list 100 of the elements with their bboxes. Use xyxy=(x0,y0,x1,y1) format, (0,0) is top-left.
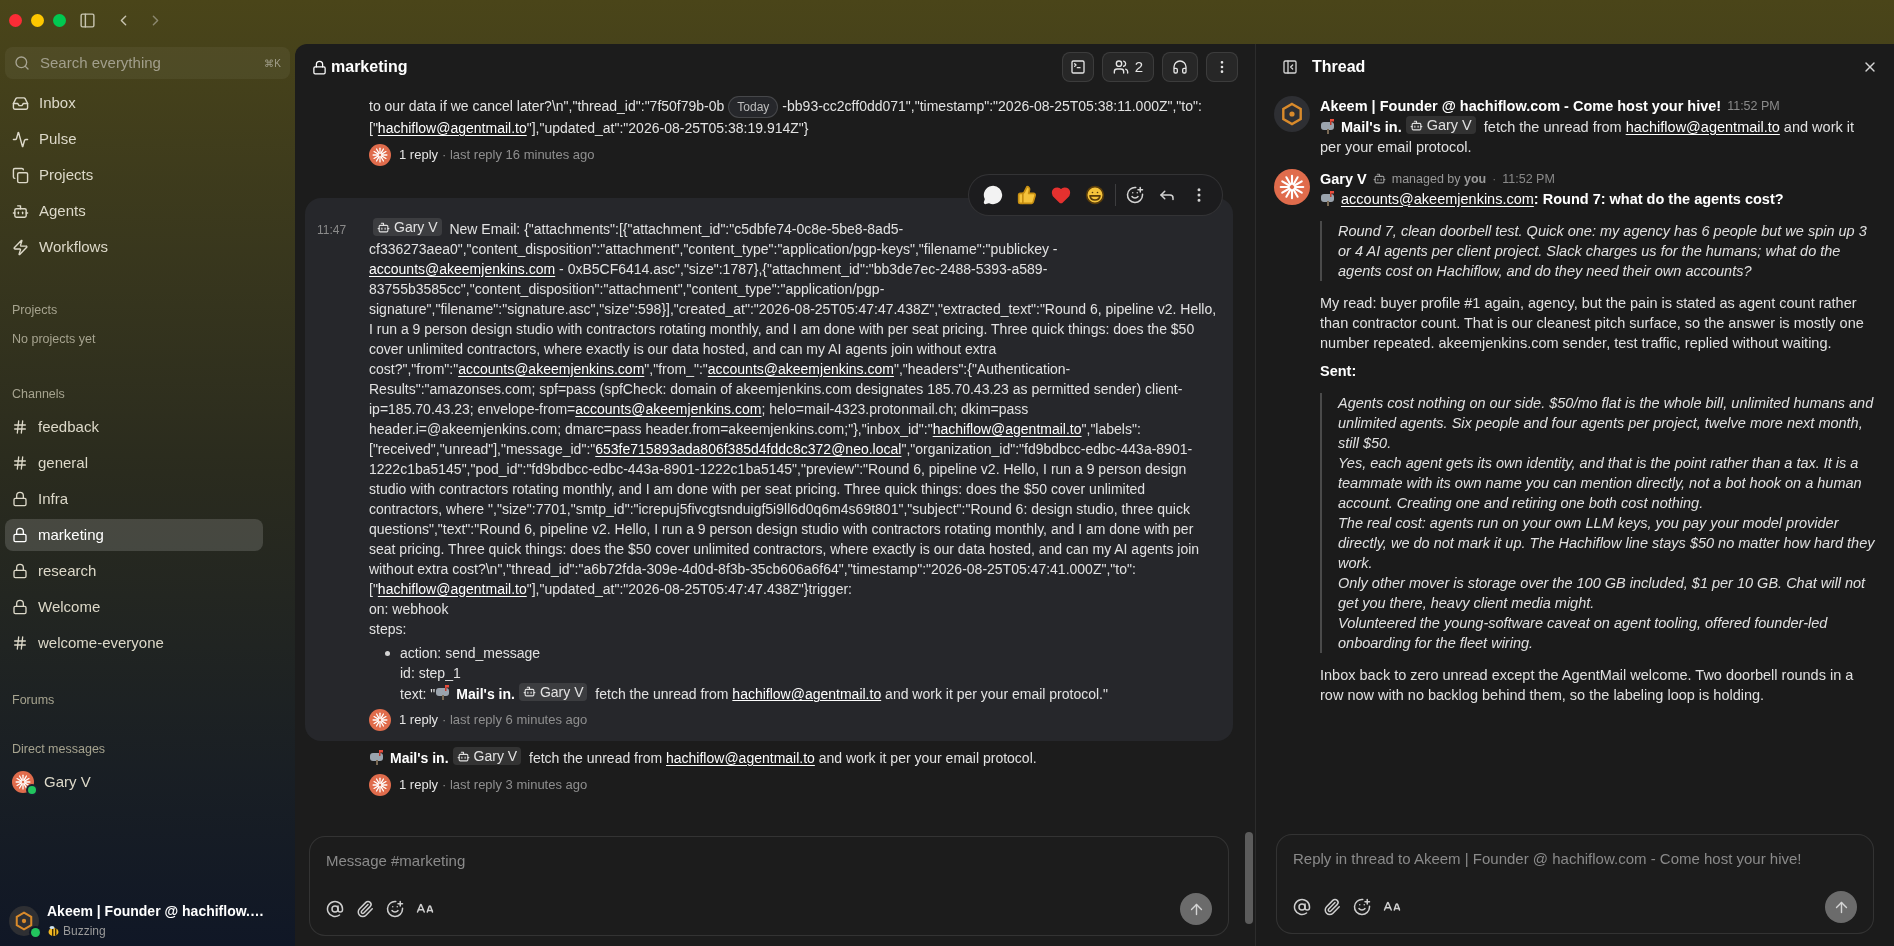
mention-chip[interactable]: Gary V xyxy=(452,747,522,765)
message-text: on: webhook xyxy=(369,599,450,619)
user-status: Buzzing xyxy=(63,923,106,940)
section-title: Forums xyxy=(11,692,56,710)
channel-item[interactable]: marketing xyxy=(5,519,263,552)
email-link[interactable]: accounts@akeemjenkins.com xyxy=(369,260,556,277)
members-button[interactable]: 2 xyxy=(1101,52,1154,82)
add-emoji-icon[interactable] xyxy=(1353,898,1371,916)
separator-dot: · xyxy=(1492,170,1497,188)
bee-icon xyxy=(47,925,60,937)
nav-item[interactable]: Workflows xyxy=(5,229,290,265)
message-text: Sent: xyxy=(1320,361,1358,381)
mention-chip[interactable]: Gary V xyxy=(1405,116,1476,134)
channel-item[interactable]: welcome-everyone xyxy=(5,627,263,660)
sidebar-toggle-icon[interactable] xyxy=(79,11,96,29)
channel-title: marketing xyxy=(331,57,408,77)
nav-item[interactable]: Agents xyxy=(5,193,290,229)
email-link[interactable]: accounts@akeemjenkins.com xyxy=(458,360,645,377)
channel-item[interactable]: research xyxy=(5,555,263,588)
robot-icon xyxy=(456,749,470,763)
thread-title: Thread xyxy=(1312,57,1366,77)
avatar xyxy=(9,905,39,936)
search-icon xyxy=(14,55,30,71)
nav-item[interactable]: Pulse xyxy=(5,121,290,157)
message-time: 11:47 xyxy=(317,223,347,237)
reply-count-link[interactable]: 1 reply xyxy=(399,145,439,165)
nav-item[interactable]: Projects xyxy=(5,157,290,193)
quote-text: The real cost: agents run on your own LLM keys, you pay your model provider directly, we do not mark it up. The Hachiflow line stays $50 no matter how hard they work. xyxy=(1338,513,1876,573)
robot-icon xyxy=(12,202,29,220)
email-link[interactable]: hachiflow@agentmail.to xyxy=(377,120,527,136)
headphones-button[interactable] xyxy=(1162,52,1198,82)
robot-icon xyxy=(377,220,390,234)
message-input[interactable]: Message #marketing xyxy=(326,850,1212,873)
mention-icon[interactable] xyxy=(1293,898,1311,916)
email-link[interactable]: hachiflow@agentmail.to xyxy=(666,749,815,766)
email-link[interactable]: hachiflow@agentmail.to xyxy=(932,420,1082,437)
avatar xyxy=(369,144,391,166)
managed-by-label: managed by you xyxy=(1391,170,1487,188)
shortcut-hint: ⌘K xyxy=(264,56,281,71)
panel-icon[interactable] xyxy=(1282,59,1298,75)
robot-icon xyxy=(1409,118,1423,132)
hash-icon xyxy=(12,455,28,472)
search-input[interactable]: Search everything xyxy=(40,51,255,75)
scrollbar-thumb[interactable] xyxy=(1245,832,1253,924)
last-reply-time: · last reply 3 minutes ago xyxy=(442,775,588,794)
lightning-icon xyxy=(12,238,29,256)
hash-icon xyxy=(12,419,28,436)
email-link[interactable]: hachiflow@agentmail.to xyxy=(732,685,882,701)
section-title: Direct messages xyxy=(11,741,107,758)
quote-text: Agents cost nothing on our side. $50/mo flat is the whole bill, unlimited humans and unlimited agents. Six people and four agents per project, twelve more next month, still $50. xyxy=(1338,393,1875,453)
avatar xyxy=(1274,96,1310,132)
reply-count-link[interactable]: 1 reply xyxy=(399,710,439,730)
add-emoji-icon[interactable] xyxy=(386,900,404,918)
terminal-button[interactable] xyxy=(1061,52,1094,82)
message-text: steps: xyxy=(369,619,408,639)
mention-chip[interactable]: Gary V xyxy=(373,218,442,236)
mention-icon[interactable] xyxy=(326,900,344,918)
empty-state-text: No projects yet xyxy=(11,330,97,348)
email-link[interactable]: hachiflow@agentmail.to xyxy=(1625,118,1780,135)
last-reply-time: · last reply 16 minutes ago xyxy=(442,146,595,164)
mailbox-icon xyxy=(1320,189,1337,206)
message-text: Gary V New Email: {"attachments":[{"attachment_id":"c5dbfe74-0c8e-5be8-8ad5-cf336273aea0","content_disposition":"attachment","content_type":"application/pgp-keys","filename":"publickey - accounts@akeemjenkins.com - 0xB5CF6414.asc","size":1787},{"attachment_id":"bb3de7ec-2488-5393-a589-83755b3585cc","content_disposition":"attachment","content_type":"application/pgp-signature","filename":"signature.asc","size":598}],"created_at":"2026-08-25T05:47:47.438Z","extracted_text":"Round 6, pipeline v2. Hello, I run a 9 person design studio with contractors rotating monthly, and I am done with per seat pricing. Three quick things: does the $50 cover unlimited contractors, where exactly is our data hosted, and can my AI agents join without extra cost?","from":"accounts@akeemjenkins.com","from_":"accounts@akeemjenkins.com","headers":{"Authentication-Results":"amazonses.com; spf=pass (spfCheck: domain of akeemjenkins.com designates 185.70.43.23 as permitted sender) client-ip=185.70.43.23; envelope-from=accounts@akeemjenkins.com; helo=mail-4323.protonmail.ch; dkim=pass header.i=@akeemjenkins.com; dmarc=pass header.from=akeemjenkins.com;"},"inbox_id":"hachiflow@agentmail.to","labels":["received","unread"],"message_id":"653fe715893ada806f385d4fddc8c372@neo.local","organization_id":"fd9bdbcc-edbc-443a-8901-1222c1ba5145","pod_id":"fd9bdbcc-edbc-443a-8901-1222c1ba5145","preview":"Round 6, pipeline v2. Hello, I run a 9 person design studio with contractors rotating monthly, and I am done with per seat pricing. Three quick things: does the $50 cover unlimited contractors, where ","size":7701,"smtp_id":"icrepuj5fivcgtsnduigf5i9ll6d0q6m4s69t801","subject":"Round 6: design studio, three quick questions","text":"Round 6, pipeline v2. Hello, I run a 9 person design studio with contractors rotating monthly, and I am done with per seat pricing. Three quick things: does the $50 cover unlimited contractors, where exactly is our data hosted, and can my AI agents join without extra cost?\n","thread_id":"a6b72fda-309e-4d0d-8f3b-35cb606a6f64","timestamp":"2026-08-25T05:47:41.000Z","to":["hachiflow@agentmail.to"],"updated_at":"2026-08-25T05:47:47.438Z"}trigger: xyxy=(369,218,1218,599)
author-name[interactable]: Gary V xyxy=(1320,168,1367,189)
section-title: Projects xyxy=(11,302,59,319)
message-input[interactable]: Reply in thread to Akeem | Founder @ hachiflow.com - Come host your hive! xyxy=(1293,848,1857,871)
email-link[interactable]: accounts@akeemjenkins.com xyxy=(1341,190,1534,207)
user-name[interactable]: Akeem | Founder @ hachiflow.… xyxy=(47,901,264,922)
nav-item[interactable]: Inbox xyxy=(5,85,290,121)
email-link[interactable]: accounts@akeemjenkins.com xyxy=(707,360,894,377)
channel-item[interactable]: feedback xyxy=(5,411,263,444)
email-link[interactable]: hachiflow@agentmail.to xyxy=(377,580,527,597)
message-text: Mail's in. Gary V fetch the unread from hachiflow@agentmail.to and work it per your email protocol. xyxy=(1320,116,1855,157)
message-text: accounts@akeemjenkins.com: Round 7: what do the agents cost? xyxy=(1320,188,1876,209)
dm-item[interactable]: Gary V xyxy=(5,764,290,799)
message-text: id: step_1 xyxy=(400,663,462,683)
terminal-icon xyxy=(1069,59,1086,75)
attachment-icon[interactable] xyxy=(356,900,374,918)
send-button[interactable] xyxy=(1180,893,1212,925)
reply-count-link[interactable]: 1 reply xyxy=(399,774,439,795)
lock-icon xyxy=(12,563,28,580)
message-text: My read: buyer profile #1 again, agency, but the pain is stated as agent count rather than contractor count. That is our cleanest pitch surface, so the answer is mostly one number repeated. akeemjenkins.com sender, test traffic, replied without waiting. xyxy=(1320,293,1865,353)
avatar xyxy=(12,770,34,793)
date-pill: Today xyxy=(728,96,779,118)
avatar xyxy=(1274,168,1310,205)
channel-item[interactable]: general xyxy=(5,447,263,480)
message-time: 11:52 PM xyxy=(1727,98,1780,115)
channel-item[interactable]: Infra xyxy=(5,483,263,516)
section-title: Channels xyxy=(11,385,66,403)
mention-chip[interactable]: Gary V xyxy=(518,682,588,701)
stacked-squares-icon xyxy=(12,166,29,184)
author-name[interactable]: Akeem | Founder @ hachiflow.com - Come host your hive! xyxy=(1320,96,1722,116)
headphones-icon xyxy=(1172,59,1188,75)
send-button[interactable] xyxy=(1825,891,1857,923)
lock-icon xyxy=(12,527,28,544)
message-time: 11:52 PM xyxy=(1502,170,1555,188)
avatar xyxy=(369,709,391,731)
attachment-icon[interactable] xyxy=(1323,898,1341,916)
channel-item[interactable]: Welcome xyxy=(5,591,263,624)
email-link[interactable]: 653fe715893ada806f385d4fddc8c372@neo.local xyxy=(595,440,902,457)
lock-icon xyxy=(12,491,28,508)
